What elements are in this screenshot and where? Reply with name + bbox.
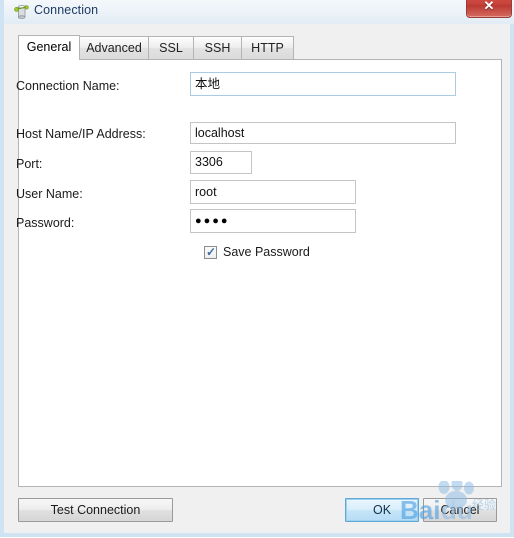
- port-input[interactable]: 3306: [190, 151, 252, 174]
- connection-name-value: 本地: [195, 76, 221, 91]
- connection-name-label: Connection Name:: [16, 79, 120, 93]
- test-connection-button[interactable]: Test Connection: [18, 498, 173, 522]
- checkmark-icon: ✓: [206, 244, 217, 259]
- password-input[interactable]: ●●●●: [190, 209, 356, 233]
- close-icon: ✕: [483, 0, 495, 13]
- window-title: Connection: [34, 3, 99, 17]
- tab-label: SSH: [204, 41, 231, 55]
- port-label: Port:: [16, 157, 43, 171]
- tab-label: General: [26, 40, 72, 54]
- close-button[interactable]: ✕: [466, 0, 512, 18]
- connection-name-input[interactable]: 本地: [190, 72, 456, 96]
- host-name-ip-address-label: Host Name/IP Address:: [16, 127, 146, 141]
- tab-advanced[interactable]: Advanced: [79, 36, 149, 60]
- tab-strip: General Advanced SSL SSH HTTP: [18, 35, 502, 60]
- ok-button[interactable]: OK: [345, 498, 419, 522]
- tab-label: Advanced: [86, 41, 142, 55]
- user-name-label: User Name:: [16, 187, 83, 201]
- tab-ssl[interactable]: SSL: [148, 36, 194, 60]
- user-name-value: root: [195, 184, 217, 199]
- host-name-ip-address-value: localhost: [195, 125, 245, 140]
- save-password-checkbox[interactable]: ✓: [204, 244, 217, 259]
- password-label: Password:: [16, 216, 75, 230]
- tab-label: SSL: [159, 41, 183, 55]
- save-password-label: Save Password: [223, 245, 310, 259]
- cancel-button[interactable]: Cancel: [423, 498, 497, 522]
- port-value: 3306: [195, 155, 223, 170]
- tab-http[interactable]: HTTP: [241, 36, 294, 60]
- tab-label: HTTP: [251, 41, 284, 55]
- tab-ssh[interactable]: SSH: [193, 36, 242, 60]
- tab-general[interactable]: General: [18, 35, 80, 60]
- password-value: ●●●●: [195, 214, 230, 227]
- user-name-input[interactable]: root: [190, 180, 356, 204]
- connection-dialog-window: Connection ✕ General Advanced SSL SSH HTTP C…: [0, 0, 514, 537]
- database-connection-icon: [13, 3, 31, 21]
- title-bar: Connection ✕: [4, 0, 514, 24]
- host-name-ip-address-input[interactable]: localhost: [190, 122, 456, 144]
- save-password-row[interactable]: ✓ Save Password: [204, 243, 310, 261]
